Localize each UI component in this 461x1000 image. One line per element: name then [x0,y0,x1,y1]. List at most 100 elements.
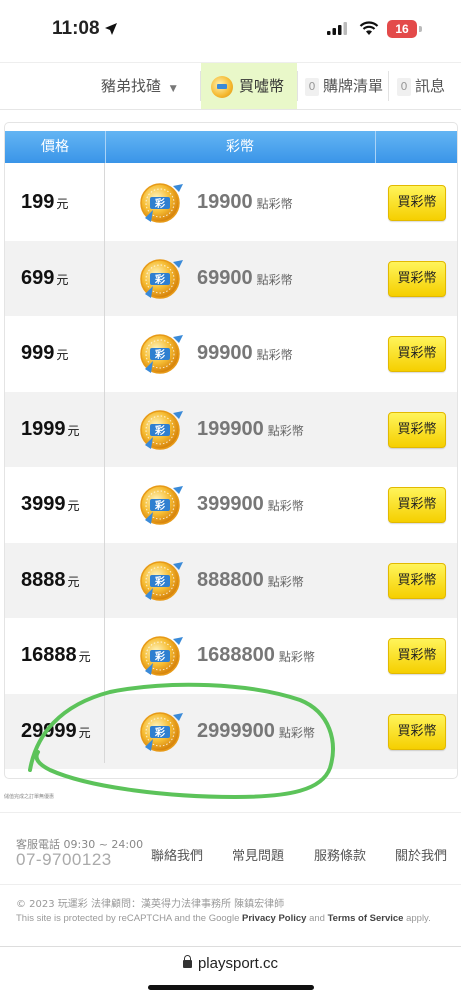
buy-coin-button[interactable]: 買彩幣 [388,336,446,372]
location-arrow-icon [105,23,117,35]
coin-amount-cell: 99900 點彩幣 [197,316,293,391]
nav-item-label: 買噓幣 [239,77,285,95]
coin-amount-cell: 888800 點彩幣 [197,543,304,618]
table-row: 16888 元 彩 1688800 點彩幣 買彩幣 [5,618,457,693]
nav-item-buy-coins[interactable]: 買噓幣 [201,63,297,109]
price-cell: 16888 元 [21,618,91,693]
price-value: 3999 [21,493,66,515]
nav-item-find-diff[interactable]: 豬弟找碴 ▼ [101,63,177,109]
price-unit: 元 [67,499,80,513]
table-header: 價格 彩幣 [5,131,457,163]
coin-icon: 彩 [139,482,185,528]
coin-amount: 1688800 [197,644,275,666]
battery-icon: 16 [387,20,417,38]
price-cell: 199 元 [21,165,68,240]
points-label: 點彩幣 [267,499,304,513]
coin-amount-cell: 1688800 點彩幣 [197,618,315,693]
url-bar[interactable]: playsport.cc [0,955,461,972]
coin-icon: 彩 [139,407,185,453]
coin-icon: 彩 [139,558,185,604]
url-text: playsport.cc [197,955,279,972]
copyright: © 2023 玩運彩 法律顧問：漢英得力法律事務所 陳鎮宏律師 [16,899,285,910]
price-unit: 元 [67,574,80,589]
cellular-signal-icon [327,22,347,35]
status-bar: 11:08 16 [0,0,461,62]
terms-link[interactable]: 服務條款 [314,845,366,864]
points-label: 點彩幣 [278,650,315,664]
faq-link[interactable]: 常見問題 [232,845,284,864]
price-value: 8888 [21,568,66,591]
price-cell: 999 元 [21,316,68,391]
svg-text:彩: 彩 [154,424,165,437]
coin-amount: 2999900 [197,719,275,742]
table-row: 3999 元 彩 399900 點彩幣 買彩幣 [5,467,457,542]
count-badge: 0 [397,77,411,96]
wifi-icon [359,21,379,35]
buy-coin-button[interactable]: 買彩幣 [388,260,446,297]
coin-icon: 彩 [139,633,185,679]
coin-icon: 彩 [139,709,185,755]
recaptcha-notice: This site is protected by reCAPTCHA and … [16,913,431,924]
nav-item-purchase-list[interactable]: 0 購牌清單 [305,63,383,109]
coin-amount-cell: 199900 點彩幣 [197,392,304,467]
coin-icon [211,75,233,98]
coin-amount: 69900 [197,266,253,289]
price-value: 699 [21,266,55,289]
price-value: 29999 [21,719,77,742]
nav-item-label: 訊息 [415,77,446,95]
points-label: 點彩幣 [278,725,315,740]
coin-amount-cell: 399900 點彩幣 [197,467,304,542]
buy-coin-button[interactable]: 買彩幣 [388,185,446,221]
svg-text:彩: 彩 [154,726,165,739]
svg-text:彩: 彩 [154,499,165,512]
price-table: 價格 彩幣 199 元 彩 19900 點彩幣 買彩幣 699 元 彩 6990… [4,122,458,779]
table-row: 199 元 彩 19900 點彩幣 買彩幣 [5,165,457,240]
price-unit: 元 [56,348,69,362]
table-row: 8888 元 彩 888800 點彩幣 買彩幣 [5,542,457,618]
price-cell: 8888 元 [21,543,80,618]
nav-item-label: 豬弟找碴 [101,77,162,95]
home-indicator[interactable] [148,985,314,990]
contact-link[interactable]: 聯絡我們 [151,845,203,864]
points-label: 點彩幣 [267,574,304,589]
terms-of-service-link[interactable]: Terms of Service [328,913,404,924]
price-unit: 元 [56,272,69,287]
price-cell: 699 元 [21,241,68,316]
phone-number[interactable]: 07-9700123 [16,850,112,870]
price-value: 16888 [21,644,77,666]
table-row: 1999 元 彩 199900 點彩幣 買彩幣 [5,391,457,467]
buy-coin-button[interactable]: 買彩幣 [388,487,446,523]
header-price: 價格 [5,131,106,163]
points-label: 點彩幣 [267,423,304,438]
price-unit: 元 [67,423,80,438]
price-unit: 元 [56,197,69,211]
coin-icon: 彩 [139,256,185,302]
svg-text:彩: 彩 [154,348,165,361]
header-coin: 彩幣 [226,139,254,155]
coin-amount: 399900 [197,493,264,515]
price-value: 1999 [21,417,66,440]
privacy-policy-link[interactable]: Privacy Policy [242,913,306,924]
price-cell: 3999 元 [21,467,80,542]
points-label: 點彩幣 [256,348,293,362]
table-row: 29999 元 彩 2999900 點彩幣 買彩幣 [5,693,457,769]
coin-amount: 199900 [197,417,264,440]
buy-coin-button[interactable]: 買彩幣 [388,713,446,750]
price-value: 999 [21,342,55,364]
svg-text:彩: 彩 [154,197,165,210]
nav-item-messages[interactable]: 0 訊息 [397,63,445,109]
price-cell: 29999 元 [21,694,91,769]
buy-coin-button[interactable]: 買彩幣 [388,638,446,674]
nav-item-label: 購牌清單 [323,77,384,95]
price-cell: 1999 元 [21,392,80,467]
about-link[interactable]: 關於我們 [395,845,447,864]
price-unit: 元 [78,650,91,664]
coin-amount-cell: 69900 點彩幣 [197,241,293,316]
coin-icon: 彩 [139,331,185,377]
buy-coin-button[interactable]: 買彩幣 [388,562,446,599]
count-badge: 0 [305,77,319,96]
table-row: 999 元 彩 99900 點彩幣 買彩幣 [5,316,457,391]
chevron-down-icon: ▼ [169,84,177,94]
buy-coin-button[interactable]: 買彩幣 [388,411,446,448]
coin-icon: 彩 [139,180,185,226]
